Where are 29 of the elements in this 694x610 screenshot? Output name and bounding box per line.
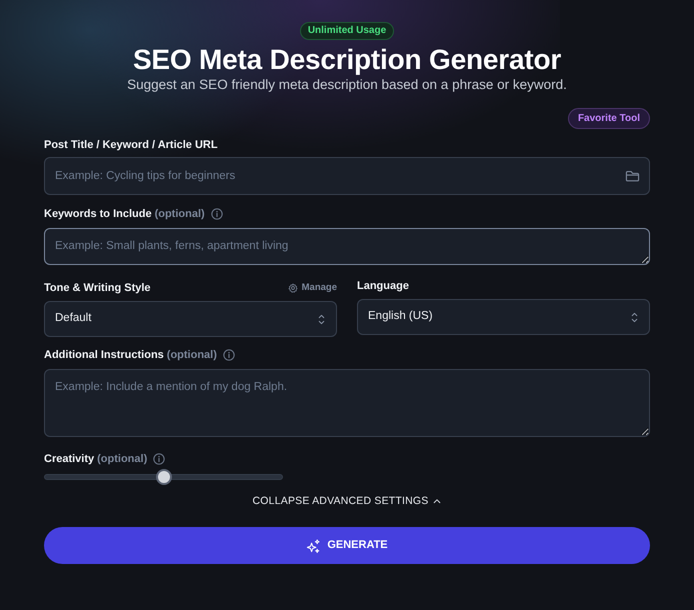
field-label: Additional Instructions bbox=[44, 348, 164, 363]
field-label: Creativity bbox=[44, 452, 94, 467]
manage-link[interactable]: Manage bbox=[288, 280, 337, 296]
instructions-field[interactable]: Example: Include a mention of my dog Ralph. bbox=[44, 369, 650, 437]
folder-icon bbox=[625, 169, 640, 183]
optional-note: (optional) bbox=[97, 452, 148, 467]
sparkles-icon bbox=[306, 538, 320, 552]
field-label: Keywords to Include bbox=[44, 207, 152, 222]
generate-button[interactable]: GENERATE bbox=[44, 527, 650, 564]
field-label: Tone & Writing Style bbox=[44, 281, 151, 296]
language-select[interactable]: English (US) bbox=[357, 299, 650, 335]
favorite-tool-button[interactable]: Favorite Tool bbox=[568, 108, 650, 129]
caret-up-icon bbox=[433, 498, 442, 504]
page-subtitle: Suggest an SEO friendly meta description based on a phrase or keyword. bbox=[126, 76, 568, 94]
chevron-updown-icon bbox=[317, 312, 326, 326]
creativity-slider[interactable] bbox=[44, 468, 283, 486]
field-label: Language bbox=[357, 279, 409, 294]
tone-select[interactable]: Default bbox=[44, 301, 337, 337]
optional-note: (optional) bbox=[166, 348, 217, 363]
slider-thumb[interactable] bbox=[156, 469, 172, 485]
optional-note: (optional) bbox=[154, 207, 205, 222]
post-title-input[interactable]: Example: Cycling tips for beginners bbox=[44, 157, 650, 195]
usage-badge: Unlimited Usage bbox=[300, 22, 394, 40]
gear-icon bbox=[288, 283, 298, 293]
page-title: SEO Meta Description Generator bbox=[132, 44, 562, 76]
field-label: Post Title / Keyword / Article URL bbox=[44, 138, 218, 153]
collapse-settings-link[interactable]: COLLAPSE ADVANCED SETTINGS bbox=[252, 494, 442, 508]
keywords-field[interactable]: Example: Small plants, ferns, apartment living bbox=[44, 228, 650, 265]
chevron-updown-icon bbox=[630, 310, 639, 324]
